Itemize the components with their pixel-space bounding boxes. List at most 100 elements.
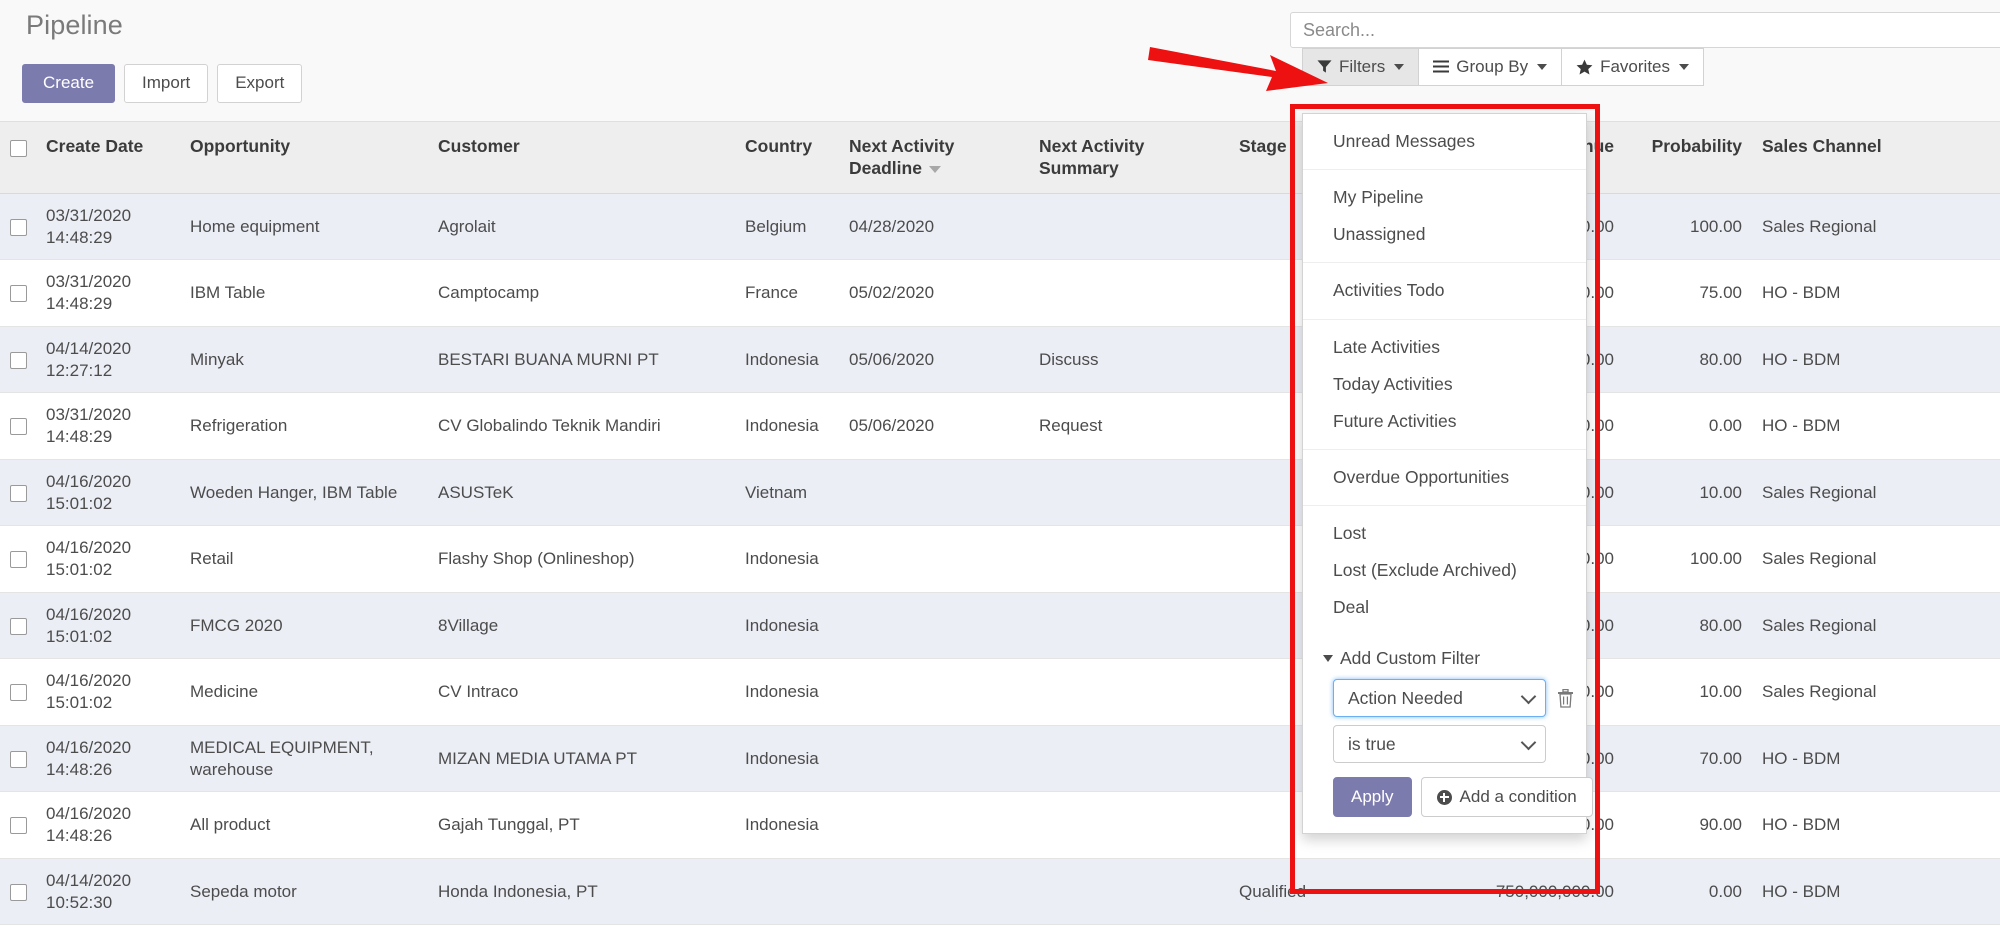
search-view[interactable] bbox=[1290, 12, 2000, 48]
column-header-customer[interactable]: Customer bbox=[428, 122, 735, 194]
cell-opportunity: IBM Table bbox=[180, 259, 428, 327]
custom-filter-operator-row: is true bbox=[1303, 721, 1586, 767]
row-select-cell[interactable] bbox=[0, 392, 36, 460]
custom-filter-operator-select[interactable]: is true bbox=[1333, 725, 1546, 764]
cell-next-activity-deadline bbox=[839, 658, 1029, 726]
delete-condition-button[interactable] bbox=[1554, 688, 1576, 708]
create-date-time: 14:48:29 bbox=[46, 427, 113, 447]
row-checkbox[interactable] bbox=[10, 684, 27, 702]
filters-button[interactable]: Filters bbox=[1302, 48, 1419, 86]
custom-filter-field-select[interactable]: Action Needed bbox=[1333, 679, 1546, 718]
row-checkbox[interactable] bbox=[10, 883, 27, 901]
chevron-down-icon bbox=[1520, 735, 1537, 751]
filter-menu-item[interactable]: Future Activities bbox=[1303, 403, 1586, 440]
cell-next-activity-summary bbox=[1029, 725, 1229, 793]
add-custom-filter-toggle[interactable]: Add Custom Filter bbox=[1303, 645, 1586, 675]
row-checkbox[interactable] bbox=[10, 817, 27, 835]
row-checkbox[interactable] bbox=[10, 551, 27, 569]
custom-filter-operator-value: is true bbox=[1348, 733, 1396, 754]
chevron-down-icon bbox=[1394, 63, 1405, 70]
filter-menu-item[interactable]: Lost (Exclude Archived) bbox=[1303, 552, 1586, 589]
table-row[interactable]: 04/14/2020 12:27:12 Minyak BESTARI BUANA MU… bbox=[0, 326, 2000, 394]
filters-dropdown-section: Unread Messages bbox=[1303, 114, 1586, 171]
column-header-next-activity-summary[interactable]: Next Activity Summary bbox=[1029, 122, 1229, 194]
table-body: 03/31/2020 14:48:29 Home equipment Agrolait… bbox=[0, 193, 2000, 926]
table-row[interactable]: 04/16/2020 15:01:02 FMCG 2020 8Village Indon… bbox=[0, 592, 2000, 660]
table-row[interactable]: 03/31/2020 14:48:29 Home equipment Agrolait… bbox=[0, 193, 2000, 261]
row-select-cell[interactable] bbox=[0, 459, 36, 527]
row-checkbox[interactable] bbox=[10, 617, 27, 635]
table-row[interactable]: 04/16/2020 14:48:26 All product Gajah Tungg… bbox=[0, 791, 2000, 859]
cell-country bbox=[735, 858, 839, 926]
cell-next-activity-deadline: 05/06/2020 bbox=[839, 326, 1029, 394]
import-button[interactable]: Import bbox=[124, 64, 209, 103]
create-button[interactable]: Create bbox=[22, 64, 116, 103]
filter-menu-item[interactable]: Overdue Opportunities bbox=[1303, 459, 1586, 496]
row-select-cell[interactable] bbox=[0, 791, 36, 859]
create-date-time: 14:48:29 bbox=[46, 227, 113, 247]
row-select-cell[interactable] bbox=[0, 326, 36, 394]
column-header-country[interactable]: Country bbox=[735, 122, 839, 194]
filter-menu-item[interactable]: Late Activities bbox=[1303, 329, 1586, 366]
cell-opportunity: Medicine bbox=[180, 658, 428, 726]
odoo-pipeline-listview: Pipeline Create Import Export Filters bbox=[0, 0, 2000, 943]
row-select-cell[interactable] bbox=[0, 525, 36, 593]
column-header-probability[interactable]: Probability bbox=[1624, 122, 1752, 194]
table-row[interactable]: 04/16/2020 15:01:02 Medicine CV Intraco Indo… bbox=[0, 658, 2000, 726]
create-date-day: 04/16/2020 bbox=[46, 804, 132, 824]
row-checkbox[interactable] bbox=[10, 351, 27, 369]
filter-menu-item[interactable]: Today Activities bbox=[1303, 366, 1586, 403]
row-checkbox[interactable] bbox=[10, 484, 27, 502]
cell-customer: Gajah Tunggal, PT bbox=[428, 791, 735, 859]
cell-next-activity-summary: Discuss bbox=[1029, 326, 1229, 394]
star-icon bbox=[1576, 59, 1593, 75]
row-select-cell[interactable] bbox=[0, 658, 36, 726]
table-row[interactable]: 03/31/2020 14:48:29 IBM Table Camptocamp Fra… bbox=[0, 259, 2000, 327]
column-header-create-date[interactable]: Create Date bbox=[36, 122, 180, 194]
row-checkbox[interactable] bbox=[10, 285, 27, 303]
table-row[interactable]: 03/31/2020 14:48:29 Refrigeration CV Global… bbox=[0, 392, 2000, 460]
apply-filter-button[interactable]: Apply bbox=[1333, 777, 1412, 818]
filter-menu-item[interactable]: My Pipeline bbox=[1303, 179, 1586, 216]
table-row[interactable]: 04/16/2020 15:01:02 Woeden Hanger, IBM Tab… bbox=[0, 459, 2000, 527]
export-button[interactable]: Export bbox=[217, 64, 303, 103]
cell-sales-channel: Sales Regional bbox=[1752, 193, 2000, 261]
row-select-cell[interactable] bbox=[0, 725, 36, 793]
table-row[interactable]: 04/14/2020 10:52:30 Sepeda motor Honda Indo… bbox=[0, 858, 2000, 926]
row-checkbox[interactable] bbox=[10, 418, 27, 436]
column-header-sales-channel[interactable]: Sales Channel bbox=[1752, 122, 2000, 194]
table-row[interactable]: 04/16/2020 15:01:02 Retail Flashy Shop (Onl… bbox=[0, 525, 2000, 593]
cell-country: Indonesia bbox=[735, 658, 839, 726]
filter-menu-item[interactable]: Unread Messages bbox=[1303, 123, 1586, 160]
row-checkbox[interactable] bbox=[10, 750, 27, 768]
column-header-next-activity-deadline[interactable]: Next Activity Deadline bbox=[839, 122, 1029, 194]
filters-dropdown-section: My Pipeline Unassigned bbox=[1303, 170, 1586, 264]
column-header-opportunity[interactable]: Opportunity bbox=[180, 122, 428, 194]
filter-menu-item[interactable]: Deal bbox=[1303, 589, 1586, 626]
select-all-checkbox[interactable] bbox=[10, 139, 27, 157]
filter-menu-item[interactable]: Activities Todo bbox=[1303, 272, 1586, 309]
cell-country: France bbox=[735, 259, 839, 327]
table-row[interactable]: 04/16/2020 14:48:26 MEDICAL EQUIPMENT, war… bbox=[0, 725, 2000, 793]
add-condition-button[interactable]: Add a condition bbox=[1420, 777, 1593, 818]
row-select-cell[interactable] bbox=[0, 592, 36, 660]
select-all-header[interactable] bbox=[0, 122, 36, 194]
filter-menu-item[interactable]: Unassigned bbox=[1303, 216, 1586, 253]
row-select-cell[interactable] bbox=[0, 193, 36, 261]
cell-probability: 10.00 bbox=[1624, 459, 1752, 527]
cell-probability: 90.00 bbox=[1624, 791, 1752, 859]
filter-menu-item[interactable]: Lost bbox=[1303, 515, 1586, 552]
cell-country: Vietnam bbox=[735, 459, 839, 527]
row-checkbox[interactable] bbox=[10, 218, 27, 236]
hamburger-icon bbox=[1433, 60, 1450, 73]
search-input[interactable] bbox=[1291, 13, 2000, 47]
row-select-cell[interactable] bbox=[0, 259, 36, 327]
chevron-down-icon bbox=[1679, 63, 1690, 70]
row-select-cell[interactable] bbox=[0, 858, 36, 926]
filters-dropdown-menu[interactable]: Unread Messages My Pipeline Unassigned Acti… bbox=[1302, 113, 1593, 835]
group-by-button[interactable]: Group By bbox=[1418, 48, 1562, 86]
favorites-button[interactable]: Favorites bbox=[1561, 48, 1705, 86]
create-date-time: 15:01:02 bbox=[46, 626, 113, 646]
cell-create-date: 03/31/2020 14:48:29 bbox=[36, 193, 180, 261]
cell-customer: BESTARI BUANA MURNI PT bbox=[428, 326, 735, 394]
